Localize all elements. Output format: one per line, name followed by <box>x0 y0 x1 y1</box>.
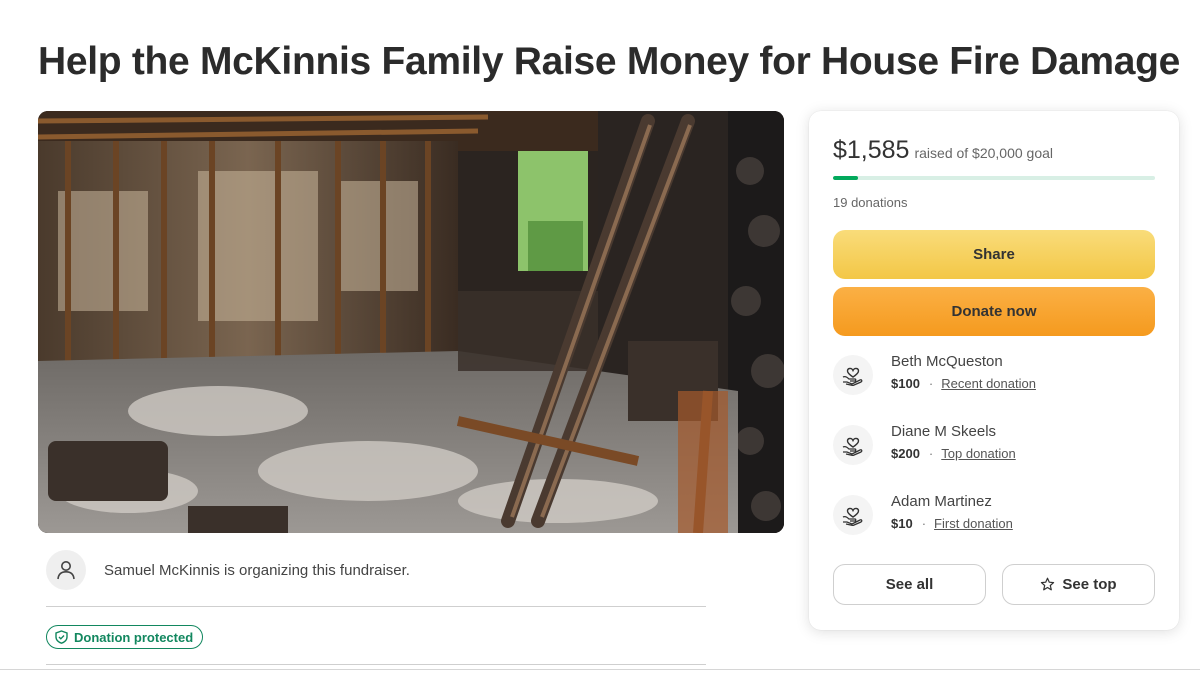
donation-tag-link[interactable]: First donation <box>934 516 1013 531</box>
donation-tag-link[interactable]: Recent donation <box>941 376 1036 391</box>
donor-amount: $100 <box>891 376 920 391</box>
organizer-row: Samuel McKinnis is organizing this fundr… <box>46 549 706 591</box>
organizer-text: Samuel McKinnis is organizing this fundr… <box>104 561 410 579</box>
donor-details: $100 · Recent donation <box>891 376 1036 391</box>
donor-details: $10 · First donation <box>891 516 1013 531</box>
page-title: Help the McKinnis Family Raise Money for… <box>38 40 1181 83</box>
star-icon <box>1041 577 1055 591</box>
donation-card: $1,585 raised of $20,000 goal 19 donatio… <box>809 111 1179 630</box>
page-bottom-border <box>0 669 1200 670</box>
donor-amount: $200 <box>891 446 920 461</box>
goal-text: raised of $20,000 goal <box>914 145 1054 161</box>
separator-dot: · <box>921 516 927 531</box>
donor-item: Beth McQueston $100 · Recent donation <box>833 353 1155 403</box>
donor-name: Adam Martinez <box>891 493 992 510</box>
see-top-button[interactable]: See top <box>1002 564 1155 605</box>
burned-house-photo <box>38 111 784 533</box>
donor-item: Diane M Skeels $200 · Top donation <box>833 423 1155 473</box>
raised-summary: $1,585 raised of $20,000 goal <box>833 136 1053 165</box>
heart-hands-icon <box>833 355 873 395</box>
donor-item: Adam Martinez $10 · First donation <box>833 493 1155 543</box>
donor-name: Diane M Skeels <box>891 423 997 440</box>
hero-image[interactable] <box>38 111 784 533</box>
shield-check-icon <box>55 630 68 644</box>
donate-now-button[interactable]: Donate now <box>833 287 1155 336</box>
see-top-label: See top <box>1062 576 1117 593</box>
badge-label: Donation protected <box>74 629 194 645</box>
donation-tag-link[interactable]: Top donation <box>941 446 1015 461</box>
divider <box>46 606 706 607</box>
raised-amount: $1,585 <box>833 136 910 164</box>
share-button[interactable]: Share <box>833 230 1155 279</box>
heart-hands-icon <box>833 425 873 465</box>
progress-bar <box>833 176 1155 180</box>
donation-count: 19 donations <box>833 195 908 210</box>
donation-protected-badge[interactable]: Donation protected <box>46 625 204 649</box>
heart-hands-icon <box>833 495 873 535</box>
donor-amount: $10 <box>891 516 913 531</box>
divider <box>46 664 706 665</box>
donor-details: $200 · Top donation <box>891 446 1016 461</box>
separator-dot: · <box>928 446 934 461</box>
progress-fill <box>833 176 859 180</box>
donor-name: Beth McQueston <box>891 353 1003 370</box>
separator-dot: · <box>928 376 934 391</box>
see-all-button[interactable]: See all <box>833 564 986 605</box>
user-icon <box>46 550 86 590</box>
